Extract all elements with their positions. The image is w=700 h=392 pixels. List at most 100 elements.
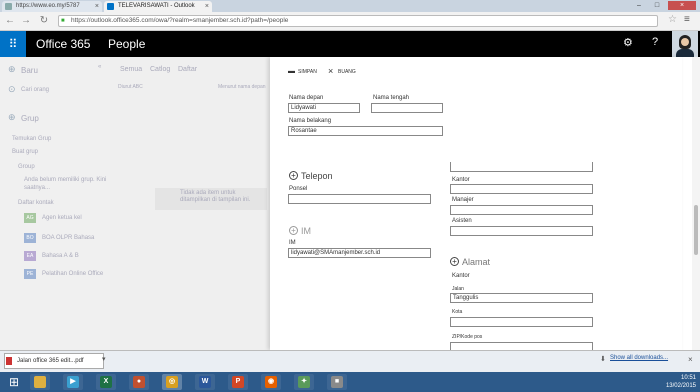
collapse-icon[interactable]: «	[98, 64, 101, 70]
list-item[interactable]: Bahasa A & B	[42, 253, 79, 259]
manager-input[interactable]	[450, 205, 593, 215]
vertical-scrollbar[interactable]	[692, 57, 700, 350]
reload-icon[interactable]: ↻	[38, 15, 50, 27]
minimize-button[interactable]: –	[632, 1, 646, 10]
save-icon[interactable]: ▬	[288, 68, 295, 75]
close-window-button[interactable]: ×	[668, 1, 696, 10]
zip-label: ZIP/Kode pos	[452, 334, 483, 340]
im-input[interactable]: lidyawati@SMAmanjember.sch.id	[288, 248, 431, 258]
scrollbar-thumb[interactable]	[694, 205, 698, 255]
middle-name-label: Nama tengah	[373, 95, 410, 101]
taskbar-app[interactable]: ◎	[162, 374, 182, 390]
download-item[interactable]: Jalan office 365 edit...pdf	[4, 353, 104, 369]
assistant-label: Asisten	[452, 218, 472, 224]
zip-input[interactable]	[450, 342, 593, 350]
excel-icon: X	[100, 376, 112, 388]
search-people-input[interactable]: Cari orang	[21, 87, 49, 93]
browser-tab-active[interactable]: TELEVARISAWATI - Outlook ×	[104, 1, 212, 12]
chevron-down-icon[interactable]: ▾	[102, 355, 106, 363]
tab-title: https://www.eo.my/5787	[16, 3, 80, 9]
list-avatar: PE	[24, 269, 36, 279]
groups-heading: Grup	[21, 114, 39, 123]
city-input[interactable]	[450, 317, 593, 327]
groups-hint: Anda belum memiliki grup. Kini saatnya..…	[24, 177, 107, 191]
middle-name-input[interactable]	[371, 103, 443, 113]
first-name-input[interactable]: Lidyawati	[288, 103, 360, 113]
favicon-icon	[5, 3, 12, 10]
taskbar-app[interactable]: W	[195, 374, 215, 390]
mobile-input[interactable]	[288, 194, 431, 204]
close-tab-icon[interactable]: ×	[95, 1, 99, 12]
new-button[interactable]: Baru	[21, 66, 38, 75]
tool-icon: ✦	[298, 376, 310, 388]
paint-icon: ●	[133, 376, 145, 388]
back-icon[interactable]: ←	[4, 15, 16, 27]
start-button[interactable]: ⊞	[3, 372, 25, 392]
taskbar-app[interactable]: ✦	[294, 374, 314, 390]
office-input[interactable]	[450, 184, 593, 194]
street-input[interactable]: Tanggulis	[450, 293, 593, 303]
chrome-icon: ◎	[166, 376, 178, 388]
im-label: IM	[289, 240, 296, 246]
close-download-bar-icon[interactable]: ×	[688, 355, 693, 364]
clock-time: 10:51	[680, 375, 696, 381]
street-label: Jalan	[452, 286, 464, 292]
add-im-icon[interactable]: +	[289, 226, 298, 235]
avatar[interactable]	[672, 31, 698, 57]
app-title: People	[108, 37, 146, 51]
last-name-input[interactable]: Rosantae	[288, 126, 443, 136]
groups-icon: ⊕	[8, 112, 16, 122]
job-title-input[interactable]	[450, 162, 593, 172]
address-type-label[interactable]: Kantor	[452, 273, 470, 279]
brand-title[interactable]: Office 365	[36, 36, 90, 52]
contact-lists-label[interactable]: Daftar kontak	[18, 200, 54, 206]
filter-all[interactable]: Semua	[120, 66, 142, 73]
firefox-icon: ◉	[265, 376, 277, 388]
menu-icon[interactable]: ≡	[684, 14, 690, 25]
sort-label[interactable]: Diurut ABC	[118, 84, 143, 90]
sort-by-label[interactable]: Menurut nama depan	[218, 84, 266, 90]
bookmark-star-icon[interactable]: ☆	[668, 14, 677, 25]
taskbar-app[interactable]: ■	[327, 374, 347, 390]
add-phone-icon[interactable]: +	[289, 171, 298, 180]
discover-groups-link[interactable]: Temukan Grup	[12, 136, 51, 142]
new-group-link[interactable]: Buat grup	[12, 149, 38, 155]
taskbar-app[interactable]	[30, 374, 50, 390]
save-button[interactable]: SIMPAN	[298, 69, 317, 75]
discard-icon[interactable]: ×	[328, 66, 333, 76]
browser-tab[interactable]: https://www.eo.my/5787 ×	[2, 1, 102, 12]
outlook-favicon-icon	[107, 3, 114, 10]
list-item[interactable]: Agen ketua kel	[42, 215, 82, 221]
phone-section-heading: Telepon	[301, 171, 333, 181]
assistant-input[interactable]	[450, 226, 593, 236]
url-input[interactable]: https://outlook.office365.com/owa/?realm…	[58, 15, 658, 27]
first-name-label: Nama depan	[289, 95, 324, 101]
clock-date: 13/02/2015	[665, 383, 696, 389]
forward-icon[interactable]: →	[20, 15, 32, 27]
help-icon[interactable]: ?	[652, 36, 658, 48]
left-navigation-pane	[0, 57, 110, 350]
list-item[interactable]: Pelatihan Online Office	[42, 271, 103, 277]
taskbar-app[interactable]: P	[228, 374, 248, 390]
taskbar-app[interactable]: ●	[129, 374, 149, 390]
system-clock[interactable]: 10:51 13/02/2015	[656, 374, 696, 390]
filter-list[interactable]: Daftar	[178, 66, 197, 73]
filter-catalog[interactable]: Catlog	[150, 66, 170, 73]
close-tab-icon[interactable]: ×	[205, 1, 209, 12]
discard-button[interactable]: BUANG	[338, 69, 356, 75]
list-avatar: BO	[24, 233, 36, 243]
add-address-icon[interactable]: +	[450, 257, 459, 266]
show-all-downloads-link[interactable]: Show all downloads...	[610, 355, 668, 361]
list-item[interactable]: BOA OLPR Bahasa	[42, 235, 94, 241]
lock-icon: ■	[61, 18, 65, 24]
taskbar-app[interactable]: ▶	[63, 374, 83, 390]
search-icon[interactable]: ⊙	[8, 84, 16, 95]
app-launcher-icon[interactable]: ⠿	[0, 31, 26, 57]
add-icon[interactable]: ⊕	[8, 64, 16, 75]
maximize-button[interactable]: □	[650, 1, 664, 10]
pdf-file-icon	[6, 357, 12, 365]
groups-section-label[interactable]: Group	[18, 164, 35, 170]
taskbar-app[interactable]: ◉	[261, 374, 281, 390]
gear-icon[interactable]: ⚙	[623, 36, 633, 49]
taskbar-app[interactable]: X	[96, 374, 116, 390]
